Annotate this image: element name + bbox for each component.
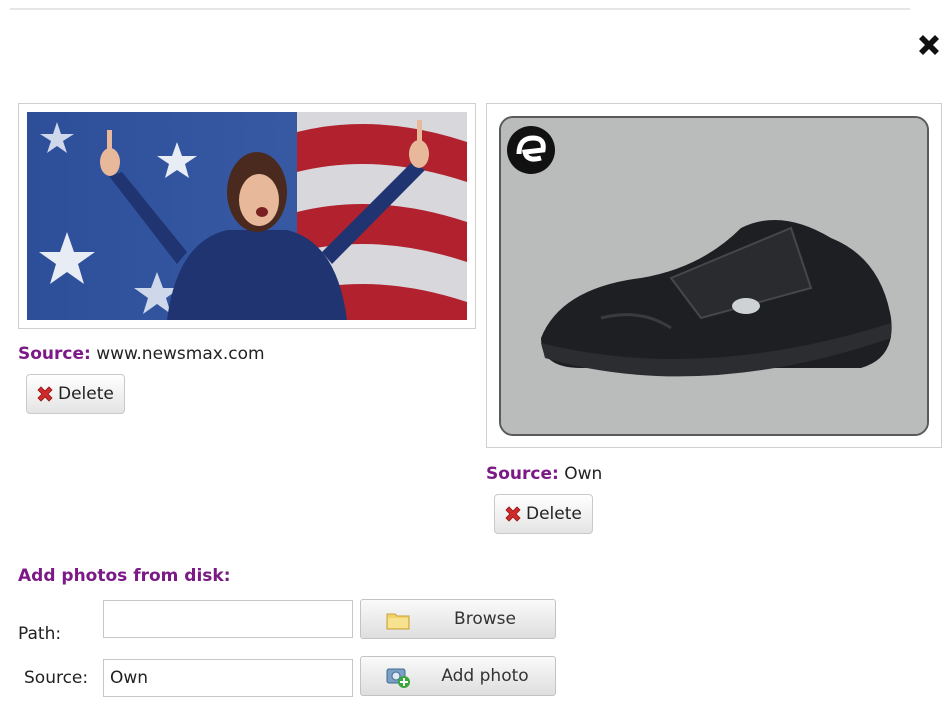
browse-label: Browse — [454, 609, 516, 629]
path-input[interactable] — [103, 600, 353, 638]
add-photo-button[interactable]: Add photo — [360, 656, 556, 696]
delete-photo-2-button[interactable]: Delete — [494, 494, 593, 534]
add-photo-icon — [386, 668, 410, 688]
add-photos-title: Add photos from disk: — [18, 566, 231, 586]
delete-label: Delete — [58, 384, 114, 404]
photo-image-2[interactable] — [499, 116, 929, 436]
add-photo-label: Add photo — [441, 666, 529, 686]
photo-2-source: Source: Own — [486, 464, 602, 484]
path-label: Path: — [18, 624, 62, 644]
delete-photo-1-button[interactable]: Delete — [26, 374, 125, 414]
photo-card-2 — [486, 103, 942, 448]
source-value: www.newsmax.com — [96, 344, 265, 364]
delete-label: Delete — [526, 504, 582, 524]
folder-icon — [386, 613, 410, 630]
source-value: Own — [564, 464, 603, 484]
photo-1-source: Source: www.newsmax.com — [18, 344, 265, 364]
source-input[interactable] — [103, 659, 353, 697]
photo-image-1[interactable] — [27, 112, 467, 320]
source-label: Source: — [18, 344, 91, 364]
source-field-label: Source: — [24, 668, 89, 688]
source-label: Source: — [486, 464, 559, 484]
delete-x-icon — [37, 386, 53, 402]
browse-button[interactable]: Browse — [360, 599, 556, 639]
photo-card-1 — [18, 103, 476, 329]
delete-x-icon — [505, 506, 521, 522]
close-icon[interactable] — [914, 30, 944, 60]
top-divider — [10, 8, 910, 10]
